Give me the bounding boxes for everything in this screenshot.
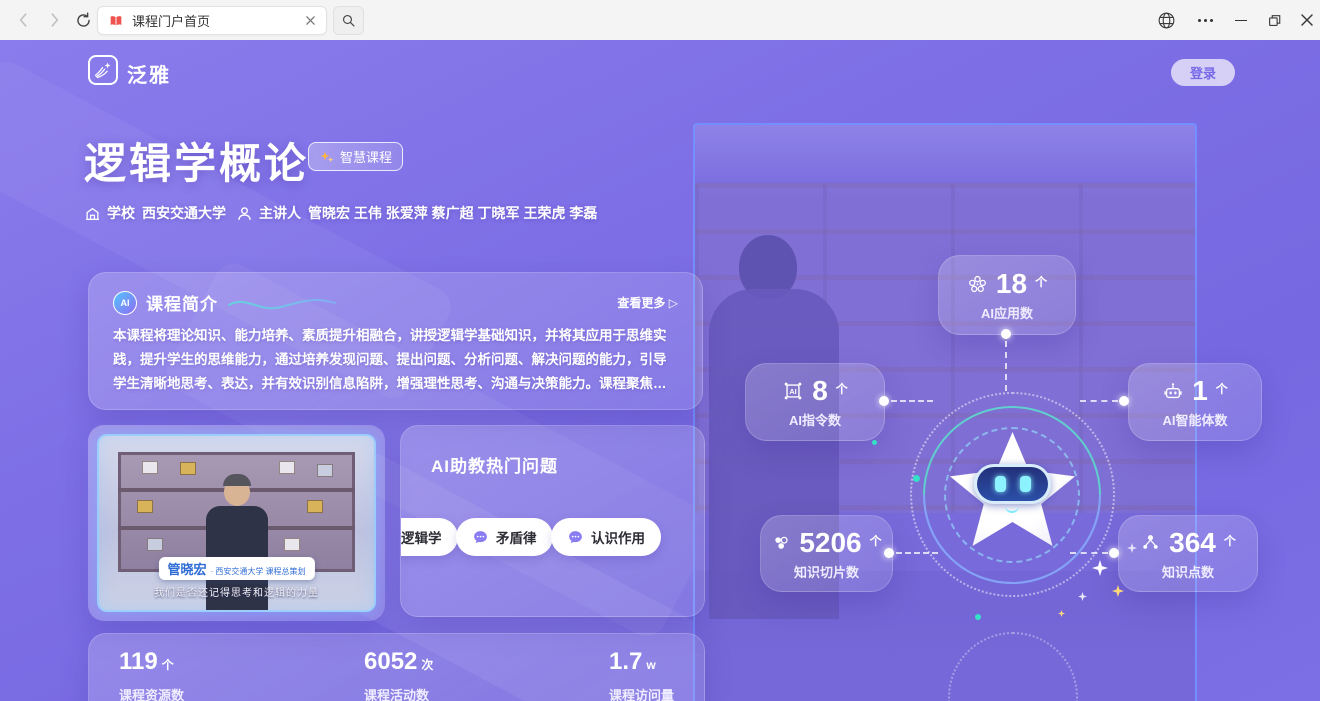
connector-line xyxy=(891,400,933,402)
teal-dot xyxy=(872,440,877,445)
ai-badge-icon: AI xyxy=(113,291,137,315)
stat-label: 课程活动数 xyxy=(364,685,433,701)
mascot-eye xyxy=(1020,476,1031,492)
chat-bubble-icon xyxy=(472,529,489,546)
forward-icon[interactable] xyxy=(42,8,66,32)
speaker-name: 管晓宏 xyxy=(167,559,206,578)
speaker-hair xyxy=(223,474,251,486)
stat-bubble-knowledge-points: 364个 知识点数 xyxy=(1118,515,1258,592)
chip-label: 逻辑学 xyxy=(401,527,442,547)
robot-icon xyxy=(1162,380,1184,402)
course-stats-bar: 119个 课程资源数 6052次 课程活动数 1.7w 课程访问量 xyxy=(88,633,705,701)
speaker-video-thumbnail[interactable]: 管晓宏 · 西安交通大学 课程总策划 我们是否还记得思考和逻辑的力量 xyxy=(97,434,376,612)
speakers-names: 管晓宏 王伟 张爱萍 蔡广超 丁晓军 王荣虎 李磊 xyxy=(308,203,597,223)
stat-activities: 6052次 课程活动数 xyxy=(364,648,433,701)
speaker-video-card: 管晓宏 · 西安交通大学 课程总策划 我们是否还记得思考和逻辑的力量 xyxy=(88,425,385,621)
molecule-icon xyxy=(771,533,791,553)
search-button[interactable] xyxy=(333,6,364,35)
svg-text:AI: AI xyxy=(790,387,797,396)
stat-bubble-ai-apps: 18个 AI应用数 xyxy=(938,255,1076,335)
close-button[interactable] xyxy=(1294,8,1320,32)
stat-label: 课程访问量 xyxy=(609,685,674,701)
speaker-name-banner: 管晓宏 · 西安交通大学 课程总策划 xyxy=(158,557,314,580)
mascot-eye xyxy=(995,476,1006,492)
smart-course-badge: 智慧课程 xyxy=(308,142,403,171)
teal-dot xyxy=(913,475,920,482)
minimize-button[interactable] xyxy=(1228,8,1254,32)
speaker-title: · 西安交通大学 课程总策划 xyxy=(210,566,305,577)
sparkle-icon xyxy=(319,149,335,165)
question-chip[interactable]: 矛盾律 xyxy=(456,518,553,556)
restore-button[interactable] xyxy=(1261,8,1287,32)
intro-title: 课程简介 xyxy=(146,290,218,315)
stat-value: 119 xyxy=(119,648,158,675)
stat-resources: 119个 课程资源数 xyxy=(119,648,184,701)
school-name: 西安交通大学 xyxy=(142,203,226,223)
stat-bubble-ai-commands: AI 8个 AI指令数 xyxy=(745,363,885,441)
connector-dot xyxy=(1109,548,1119,558)
back-icon[interactable] xyxy=(12,8,36,32)
login-button[interactable]: 登录 xyxy=(1171,59,1235,86)
view-more-link[interactable]: 查看更多 ▷ xyxy=(617,294,678,311)
more-menu-icon[interactable] xyxy=(1192,8,1218,32)
tab-title: 课程门户首页 xyxy=(132,11,297,30)
school-meta: 学校 西安交通大学 xyxy=(85,203,226,223)
chip-label: 矛盾律 xyxy=(496,527,537,547)
connector-dot xyxy=(1001,329,1011,339)
stat-label: 课程资源数 xyxy=(119,685,184,701)
stat-value: 6052 xyxy=(364,648,417,675)
stat-bubble-ai-agents: 1个 AI智能体数 xyxy=(1128,363,1262,441)
speakers-label: 主讲人 xyxy=(259,203,301,223)
course-portal-page: 泛雅 登录 逻辑学概论 智慧课程 学校 西安交通大学 主讲人 管晓宏 王伟 张爱… xyxy=(0,40,1320,701)
stat-bubble-knowledge-slices: 5206个 知识切片数 xyxy=(760,515,893,592)
connector-dot xyxy=(884,548,894,558)
wave-decoration-icon xyxy=(227,293,337,313)
browser-window: 课程门户首页 xyxy=(0,0,1320,701)
search-icon xyxy=(341,13,356,28)
question-chip[interactable]: 认识作用 xyxy=(551,518,661,556)
network-icon xyxy=(1140,532,1161,553)
teal-dot xyxy=(975,614,981,620)
badge-label: 智慧课程 xyxy=(340,147,392,166)
person-icon xyxy=(237,206,252,221)
ai-assistant-title: AI助教热门问题 xyxy=(431,452,558,477)
flower-icon xyxy=(967,274,988,295)
connector-line xyxy=(1005,341,1007,391)
globe-icon[interactable] xyxy=(1153,8,1179,32)
chat-bubble-icon xyxy=(567,529,584,546)
school-icon xyxy=(85,206,100,221)
speakers-meta: 主讲人 管晓宏 王伟 张爱萍 蔡广超 丁晓军 王荣虎 李磊 xyxy=(237,203,597,223)
connector-dot xyxy=(1119,396,1129,406)
chip-label: 认识作用 xyxy=(591,527,645,547)
connector-line xyxy=(1080,400,1118,402)
brand-logo-icon[interactable] xyxy=(88,55,118,85)
course-intro-card: AI 课程简介 查看更多 ▷ 本课程将理论知识、能力培养、素质提升相融合，讲授逻… xyxy=(88,272,703,410)
connector-dot xyxy=(879,396,889,406)
browser-toolbar: 课程门户首页 xyxy=(0,0,1320,40)
reload-icon[interactable] xyxy=(71,8,95,32)
favicon-book-icon xyxy=(108,13,124,29)
school-label: 学校 xyxy=(107,203,135,223)
address-tab[interactable]: 课程门户首页 xyxy=(97,6,327,35)
stat-visits: 1.7w 课程访问量 xyxy=(609,648,674,701)
mascot-visor xyxy=(974,464,1051,504)
intro-text: 本课程将理论知识、能力培养、素质提升相融合，讲授逻辑学基础知识，并将其应用于思维… xyxy=(113,324,678,396)
ai-assistant-card: AI助教热门问题 逻辑学 矛盾律 认识作用 xyxy=(400,425,705,617)
video-subtitle: 我们是否还记得思考和逻辑的力量 xyxy=(99,584,374,599)
brand-name: 泛雅 xyxy=(127,59,171,88)
stat-value: 1.7 xyxy=(609,648,642,675)
tab-close-icon[interactable] xyxy=(305,15,316,26)
ai-frame-icon: AI xyxy=(782,380,804,402)
question-chip[interactable]: 逻辑学 xyxy=(400,518,458,556)
course-title: 逻辑学概论 xyxy=(84,130,309,191)
